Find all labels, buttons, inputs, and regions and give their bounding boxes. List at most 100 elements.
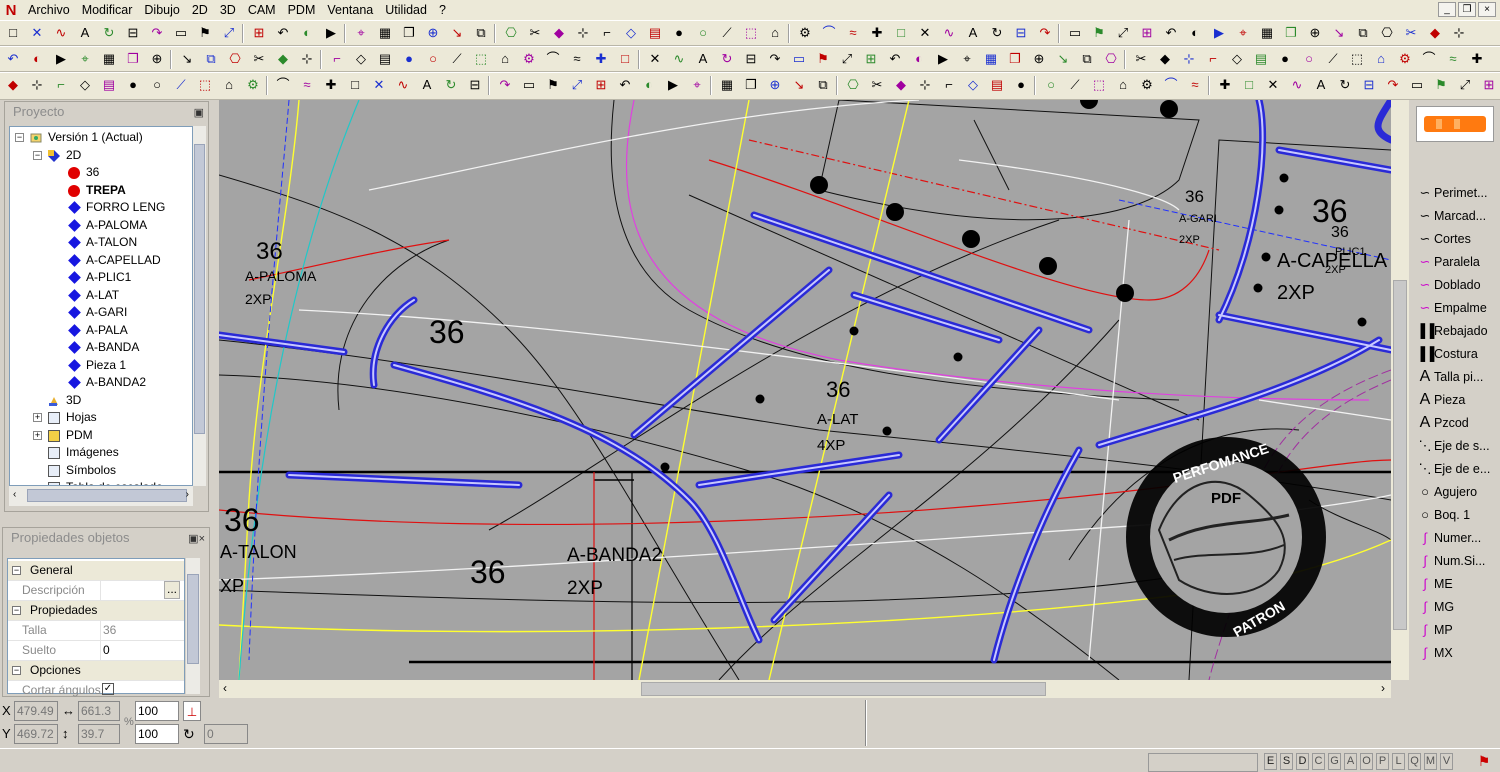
piece-preview-thumbnail[interactable] [1416,106,1494,142]
toolbar-tool-icon[interactable]: ▶ [1210,24,1228,42]
toolbar-tool-icon[interactable]: ↻ [988,24,1006,42]
drawing-canvas[interactable]: 36 A-PALOMA 2XP 36 36 A-LAT 4XP 36 A-TAL… [219,100,1391,680]
toolbar-tool-icon[interactable]: ⊹ [574,24,592,42]
layer-flag-button[interactable]: V [1440,753,1453,770]
toolbar-tool-icon[interactable]: ⬚ [196,76,214,94]
expand-icon[interactable]: + [33,430,42,440]
toolbar-tool-icon[interactable]: ◆ [274,50,292,68]
menu-modificar[interactable]: Modificar [76,0,139,20]
toolbar-tool-icon[interactable]: ⊹ [28,76,46,94]
toolbar-tool-icon[interactable]: ⤢ [838,50,856,68]
prop-descripcion[interactable]: Descripción... [8,581,184,601]
toolbar-tool-icon[interactable]: ⟋ [718,24,736,42]
toolbar-tool-icon[interactable]: ↷ [1384,76,1402,94]
toolbar-tool-icon[interactable]: ▦ [718,76,736,94]
toolbar-tool-icon[interactable]: ▦ [982,50,1000,68]
tree-piece-item[interactable]: A-GARI [10,304,192,322]
toolbar-tool-icon[interactable]: ▭ [1408,76,1426,94]
toolbar-tool-icon[interactable]: ⌐ [52,76,70,94]
prop-cortar-angulos[interactable]: Cortar ángulos ✓ [8,681,184,697]
canvas-horizontal-scrollbar[interactable]: ‹ › [219,680,1391,698]
toolbar-tool-icon[interactable]: ⌂ [766,24,784,42]
tree-piece-item[interactable]: Pieza 1 [10,357,192,375]
tool-item[interactable]: ∫ ME [1416,573,1453,595]
toolbar-tool-icon[interactable]: ⌂ [1372,50,1390,68]
menu-ventana[interactable]: Ventana [321,0,379,20]
toolbar-tool-icon[interactable]: ⌖ [958,50,976,68]
toolbar-tool-icon[interactable]: ▶ [52,50,70,68]
menu-archivo[interactable]: Archivo [22,0,76,20]
prop-suelto[interactable]: Suelto 0 [8,641,184,661]
toolbar-tool-icon[interactable]: ✕ [370,76,388,94]
layer-flag-button[interactable]: E [1264,753,1277,770]
toolbar-tool-icon[interactable]: ⎔ [844,76,862,94]
toolbar-tool-icon[interactable]: ⚙ [1396,50,1414,68]
props-scrollbar[interactable] [186,558,200,694]
toolbar-tool-icon[interactable]: ⬚ [742,24,760,42]
menu-3d[interactable]: 3D [214,0,242,20]
toolbar-tool-icon[interactable]: ≈ [1186,76,1204,94]
tool-item[interactable]: ○ Agujero [1416,481,1477,503]
tool-item[interactable]: ∫ Numer... [1416,527,1481,549]
layer-flag-button[interactable]: Q [1408,753,1421,770]
height-field[interactable]: 39.7 [78,724,120,744]
prop-talla[interactable]: Talla 36 [8,621,184,641]
toolbar-tool-icon[interactable]: ◐ [1186,24,1204,42]
toolbar-tool-icon[interactable]: ⚙ [244,76,262,94]
toolbar-tool-icon[interactable]: ▭ [1066,24,1084,42]
category-propiedades[interactable]: − Propiedades [8,601,184,621]
toolbar-tool-icon[interactable]: ⚙ [520,50,538,68]
toolbar-tool-icon[interactable]: ⟋ [172,76,190,94]
toolbar-tool-icon[interactable]: ∿ [394,76,412,94]
checkbox-checked-icon[interactable]: ✓ [102,683,114,695]
tree-piece-item[interactable]: A-PALA [10,322,192,340]
menu-help[interactable]: ? [433,0,452,20]
toolbar-tool-icon[interactable]: ✕ [916,24,934,42]
toolbar-tool-icon[interactable]: ○ [1042,76,1060,94]
toolbar-tool-icon[interactable]: ∿ [1288,76,1306,94]
pin-icon[interactable]: ▣ [194,104,204,123]
toolbar-tool-icon[interactable]: ◆ [1156,50,1174,68]
layer-flag-button[interactable]: S [1280,753,1293,770]
toolbar-tool-icon[interactable]: ✚ [868,24,886,42]
tool-item[interactable]: ▐▐Costura [1416,343,1478,365]
toolbar-tool-icon[interactable]: ⧉ [1078,50,1096,68]
toolbar-tool-icon[interactable]: ❐ [400,24,418,42]
toolbar-tool-icon[interactable]: ⊟ [124,24,142,42]
toolbar-tool-icon[interactable]: ○ [424,50,442,68]
tree-node-item[interactable]: Imágenes [10,444,192,462]
toolbar-tool-icon[interactable]: ✕ [28,24,46,42]
prop-suelto-value[interactable]: 0 [100,641,184,660]
toolbar-tool-icon[interactable]: ≈ [844,24,862,42]
layer-flag-button[interactable]: L [1392,753,1405,770]
toolbar-tool-icon[interactable]: ◆ [892,76,910,94]
canvas-vertical-scrollbar[interactable] [1391,100,1409,680]
tool-item[interactable]: ∫ MP [1416,619,1453,641]
toolbar-tool-icon[interactable]: ○ [1300,50,1318,68]
tool-item[interactable]: ▐▐Rebajado [1416,320,1488,342]
toolbar-tool-icon[interactable]: ⊹ [1180,50,1198,68]
toolbar-tool-icon[interactable]: ⌖ [1234,24,1252,42]
toolbar-tool-icon[interactable]: ❐ [742,76,760,94]
tree-piece-item[interactable]: A-CAPELLAD [10,252,192,270]
tool-item[interactable]: A Pieza [1416,389,1466,411]
tree-node-item[interactable]: + PDM [10,427,192,445]
toolbar-tool-icon[interactable]: ⊟ [742,50,760,68]
menu-pdm[interactable]: PDM [282,0,322,20]
toolbar-tool-icon[interactable]: ⌒ [820,24,838,42]
toolbar-tool-icon[interactable]: □ [1240,76,1258,94]
toolbar-tool-icon[interactable]: ↻ [1336,76,1354,94]
toolbar-tool-icon[interactable]: ◐ [910,50,928,68]
collapse-icon[interactable]: − [12,606,21,615]
toolbar-tool-icon[interactable]: ▦ [1258,24,1276,42]
toolbar-tool-icon[interactable]: ✂ [1402,24,1420,42]
toolbar-tool-icon[interactable]: ∿ [940,24,958,42]
toolbar-tool-icon[interactable]: ⊕ [148,50,166,68]
toolbar-tool-icon[interactable]: ▤ [376,50,394,68]
toolbar-tool-icon[interactable]: ◐ [640,76,658,94]
toolbar-tool-icon[interactable]: ⊕ [766,76,784,94]
toolbar-tool-icon[interactable]: ⌖ [352,24,370,42]
toolbar-tool-icon[interactable]: ⌂ [220,76,238,94]
toolbar-tool-icon[interactable]: ⚙ [1138,76,1156,94]
toolbar-tool-icon[interactable]: ● [1276,50,1294,68]
